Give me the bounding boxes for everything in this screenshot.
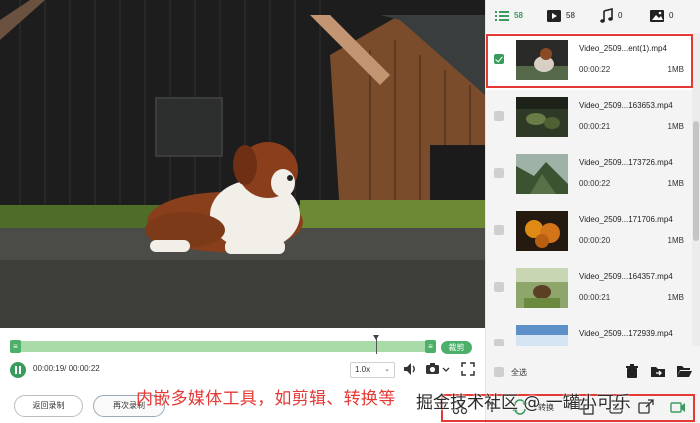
video-thumbnail [516, 268, 568, 308]
trim-start-handle[interactable]: ≡ [10, 340, 21, 353]
scrollbar-thumb[interactable] [693, 121, 699, 241]
tab-all[interactable]: 58 [494, 7, 534, 25]
list-icon [495, 11, 509, 21]
file-size: 1MB [667, 236, 684, 245]
file-name: Video_2509...172939.mp4 [579, 329, 673, 338]
folder-open-icon[interactable] [676, 363, 692, 379]
trash-icon[interactable] [624, 363, 640, 379]
file-size: 1MB [667, 293, 684, 302]
list-item[interactable]: Video_2509...164357.mp4 00:00:21 1MB [486, 261, 692, 318]
fullscreen-icon[interactable] [460, 361, 476, 377]
list-item[interactable]: Video_2509...163653.mp4 00:00:21 1MB [486, 90, 692, 147]
film-icon [547, 10, 561, 22]
tab-video[interactable]: 58 [546, 7, 586, 25]
camera-dropdown-icon[interactable] [441, 361, 451, 377]
video-frame-dog [0, 0, 485, 328]
item-checkbox[interactable] [494, 339, 504, 346]
music-note-icon [600, 8, 613, 23]
camera-icon[interactable] [425, 361, 441, 377]
file-size: 1MB [667, 179, 684, 188]
tab-video-count: 58 [566, 11, 575, 20]
selected-item-highlight-box [486, 34, 693, 88]
item-checkbox[interactable] [494, 282, 504, 292]
tab-image-count: 0 [669, 11, 674, 20]
file-duration: 00:00:21 [579, 293, 611, 302]
list-footer: 全选 [486, 358, 700, 384]
timeline-track[interactable] [10, 341, 436, 352]
tab-audio[interactable]: 0 [598, 7, 638, 25]
back-to-record-button[interactable]: 返回录制 [14, 395, 83, 417]
timecode: 00:00:19/ 00:00:22 [33, 364, 100, 373]
file-name: Video_2509...173726.mp4 [579, 158, 673, 167]
select-all-label: 全选 [511, 368, 527, 377]
file-name: Video_2509...163653.mp4 [579, 101, 673, 110]
item-checkbox[interactable] [494, 225, 504, 235]
tab-all-count: 58 [514, 11, 523, 20]
chevron-down-icon: ⌄ [384, 366, 390, 373]
video-thumbnail [516, 325, 568, 346]
file-duration: 00:00:22 [579, 179, 611, 188]
list-item[interactable]: Video_2509...172939.mp4 [486, 318, 692, 346]
speed-value: 1.0x [355, 365, 371, 374]
watermark-text: 掘金技术社区 @ 一罐小可乐 [416, 393, 631, 413]
list-item[interactable]: Video_2509...171706.mp4 00:00:20 1MB [486, 204, 692, 261]
file-name: Video_2509...164357.mp4 [579, 272, 673, 281]
image-icon [650, 10, 664, 22]
tab-audio-count: 0 [618, 11, 623, 20]
list-item[interactable]: Video_2509...173726.mp4 00:00:22 1MB [486, 147, 692, 204]
video-thumbnail [516, 154, 568, 194]
file-size: 1MB [667, 122, 684, 131]
list-scrollbar[interactable] [692, 33, 700, 346]
tab-image[interactable]: 0 [649, 7, 689, 25]
volume-icon[interactable] [402, 361, 418, 377]
playhead[interactable] [373, 335, 379, 354]
media-tabs: 58 58 0 0 [486, 0, 700, 31]
speed-select[interactable]: 1.0x ⌄ [350, 362, 395, 378]
select-all-checkbox[interactable] [494, 367, 504, 377]
video-thumbnail [516, 97, 568, 137]
file-duration: 00:00:20 [579, 236, 611, 245]
trim-end-handle[interactable]: ≡ [425, 340, 436, 353]
trim-timeline[interactable]: ≡ ≡ [10, 335, 436, 354]
video-preview[interactable] [0, 0, 485, 328]
folder-export-icon[interactable] [650, 363, 666, 379]
item-checkbox[interactable] [494, 168, 504, 178]
trim-button[interactable]: 裁剪 [441, 341, 472, 354]
file-name: Video_2509...171706.mp4 [579, 215, 673, 224]
item-checkbox[interactable] [494, 111, 504, 121]
file-duration: 00:00:21 [579, 122, 611, 131]
pause-button[interactable] [10, 362, 26, 378]
video-thumbnail [516, 211, 568, 251]
annotation-text: 内嵌多媒体工具，如剪辑、转换等 [136, 389, 396, 409]
